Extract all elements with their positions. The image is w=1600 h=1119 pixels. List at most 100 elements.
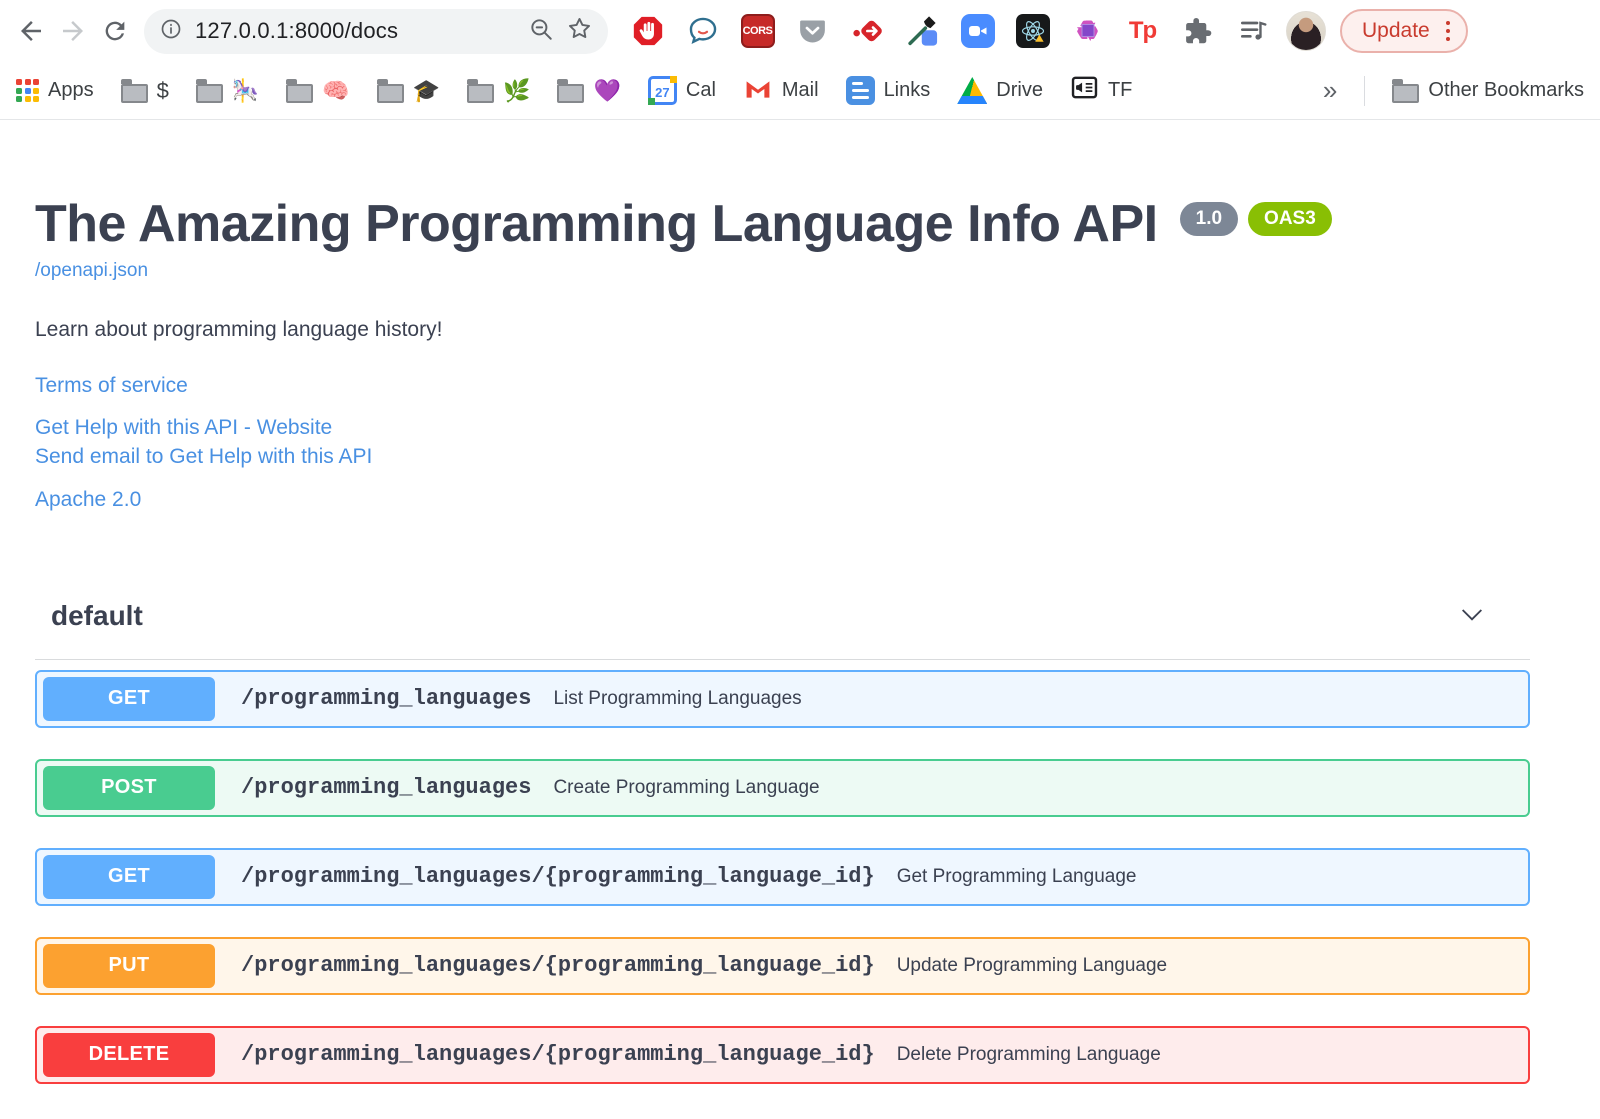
other-bookmarks-label: Other Bookmarks: [1428, 79, 1584, 101]
recycle-extension-icon[interactable]: ♻: [1070, 14, 1105, 49]
section-header-default[interactable]: default: [35, 598, 1530, 660]
zoom-extension-icon[interactable]: [960, 14, 995, 49]
drive-icon: [957, 77, 988, 104]
bookmark-calendar-label: Cal: [685, 79, 716, 101]
bookmark-folders: $ 🎠 🧠 🎓 🌿 💜: [120, 77, 621, 103]
zoom-out-icon[interactable]: [528, 16, 554, 47]
gmail-icon: [743, 76, 773, 106]
bookmark-tf[interactable]: TF: [1070, 73, 1132, 108]
endpoint-path: /programming_languages/{programming_lang…: [241, 864, 875, 890]
tp-extension-label: Tp: [1128, 17, 1157, 44]
endpoint-list: GET /programming_languages List Programm…: [35, 669, 1530, 1084]
method-badge: DELETE: [43, 1032, 215, 1077]
other-bookmarks[interactable]: Other Bookmarks: [1392, 78, 1584, 103]
contact-email-link[interactable]: Send email to Get Help with this API: [35, 443, 1530, 471]
endpoint-row[interactable]: GET /programming_languages/{programming_…: [35, 847, 1530, 906]
endpoint-path: /programming_languages/{programming_lang…: [241, 953, 875, 979]
media-queue-icon[interactable]: [1235, 14, 1270, 49]
bookmark-folder[interactable]: $: [120, 77, 169, 103]
version-badge: 1.0: [1179, 202, 1239, 236]
bookmark-apps-label: Apps: [48, 79, 94, 101]
method-badge: GET: [43, 854, 215, 899]
folder-icon: [120, 78, 148, 103]
apps-grid-icon: [16, 79, 39, 102]
api-description: Learn about programming language history…: [35, 318, 443, 342]
browser-toolbar: 127.0.0.1:8000/docs CORS ♻ Tp Update: [0, 0, 1600, 62]
adblock-extension-icon[interactable]: [630, 14, 665, 49]
folder-icon: [557, 78, 585, 103]
bookmark-folder-label: 💜: [593, 77, 621, 103]
endpoint-path: /programming_languages: [241, 686, 532, 712]
endpoint-path: /programming_languages: [241, 775, 532, 801]
eyedropper-extension-icon[interactable]: [905, 14, 940, 49]
chevron-down-icon[interactable]: [1456, 598, 1488, 635]
folder-icon: [467, 78, 495, 103]
bookmark-gmail[interactable]: Mail: [743, 76, 819, 106]
back-button[interactable]: [10, 10, 52, 52]
chat-bubble-extension-icon[interactable]: [685, 14, 720, 49]
bookmark-folder[interactable]: 🌿: [467, 78, 530, 103]
pocket-extension-icon[interactable]: [795, 14, 830, 49]
extensions-row: CORS ♻ Tp: [630, 14, 1270, 49]
folder-icon: [195, 78, 223, 103]
tf-card-icon: [1070, 73, 1099, 108]
menu-kebab-icon[interactable]: [1445, 20, 1451, 42]
bookmark-gmail-label: Mail: [781, 79, 819, 101]
cors-extension-icon[interactable]: CORS: [740, 14, 775, 49]
bookmark-drive-label: Drive: [996, 79, 1043, 101]
endpoint-summary: Update Programming Language: [896, 954, 1168, 976]
section-title: default: [51, 600, 143, 632]
update-button[interactable]: Update: [1340, 9, 1469, 53]
bookmark-calendar[interactable]: 27 Cal: [647, 76, 716, 105]
bookmark-links-label: Links: [883, 79, 931, 101]
folder-icon: [286, 78, 314, 103]
bookmark-apps[interactable]: Apps: [16, 79, 94, 102]
api-title: The Amazing Programming Language Info AP…: [35, 195, 1158, 253]
profile-avatar[interactable]: [1286, 11, 1326, 51]
oas3-badge: OAS3: [1248, 202, 1332, 236]
license-link[interactable]: Apache 2.0: [35, 488, 1530, 512]
bookmark-links[interactable]: Links: [845, 76, 931, 105]
endpoint-summary: List Programming Languages: [553, 687, 802, 709]
extensions-puzzle-icon[interactable]: [1180, 14, 1215, 49]
update-button-label: Update: [1362, 19, 1430, 42]
bookmark-folder-label: 🧠: [322, 77, 350, 103]
bookmark-folder-label: 🎓: [412, 77, 441, 103]
method-badge: PUT: [43, 943, 215, 988]
calendar-icon: 27: [647, 76, 677, 105]
bookmark-folder[interactable]: 💜: [557, 77, 621, 103]
bookmark-folder-label: 🎠: [231, 77, 260, 103]
site-info-icon[interactable]: [159, 17, 183, 46]
bookmark-folder[interactable]: 🧠: [286, 77, 350, 103]
bookmarks-divider: [1364, 75, 1366, 106]
bookmark-folder[interactable]: 🎓: [376, 77, 441, 103]
endpoint-row[interactable]: GET /programming_languages List Programm…: [35, 669, 1530, 728]
endpoint-summary: Delete Programming Language: [896, 1043, 1161, 1065]
tp-extension-icon[interactable]: Tp: [1125, 14, 1160, 49]
reload-button[interactable]: [94, 10, 136, 52]
openapi-json-link[interactable]: /openapi.json: [35, 260, 148, 282]
endpoint-path: /programming_languages/{programming_lang…: [241, 1042, 875, 1068]
bookmarks-overflow-chevron[interactable]: »: [1323, 75, 1337, 106]
bookmark-folder[interactable]: 🎠: [195, 77, 260, 103]
terms-of-service-link[interactable]: Terms of service: [35, 374, 1530, 398]
red-arrow-extension-icon[interactable]: [850, 14, 885, 49]
bookmark-star-icon[interactable]: [566, 15, 593, 47]
url-bar[interactable]: 127.0.0.1:8000/docs: [144, 8, 608, 54]
bookmark-folder-label: $: [156, 77, 169, 103]
folder-icon: [1392, 78, 1420, 103]
endpoint-row[interactable]: PUT /programming_languages/{programming_…: [35, 936, 1530, 995]
forward-button[interactable]: [52, 10, 94, 52]
url-text[interactable]: 127.0.0.1:8000/docs: [195, 18, 516, 44]
contact-website-link[interactable]: Get Help with this API - Website: [35, 414, 1530, 442]
endpoint-summary: Get Programming Language: [896, 865, 1137, 887]
endpoint-row[interactable]: POST /programming_languages Create Progr…: [35, 758, 1530, 817]
folder-icon: [376, 78, 404, 103]
react-devtools-extension-icon[interactable]: [1015, 14, 1050, 49]
bookmark-drive[interactable]: Drive: [957, 77, 1043, 104]
bookmark-tf-label: TF: [1107, 79, 1133, 101]
method-badge: GET: [43, 676, 215, 721]
endpoint-summary: Create Programming Language: [553, 776, 820, 798]
endpoint-row[interactable]: DELETE /programming_languages/{programmi…: [35, 1025, 1530, 1084]
swagger-docs-page: The Amazing Programming Language Info AP…: [0, 195, 1600, 1084]
